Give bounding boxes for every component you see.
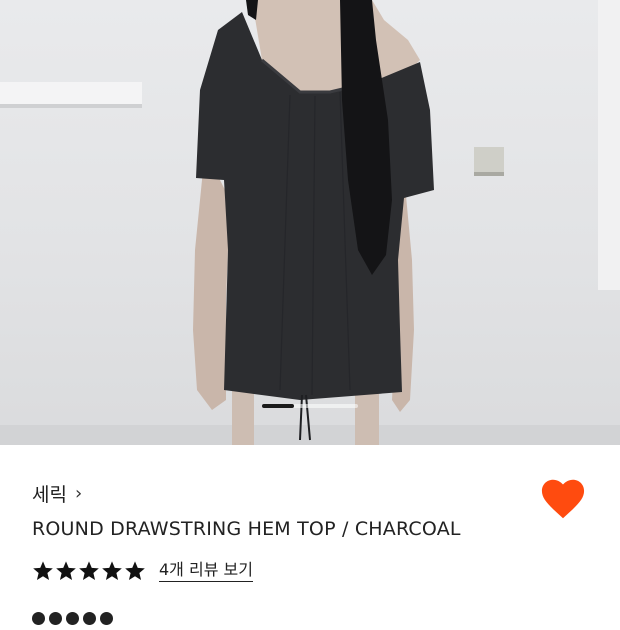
- price-partial: [32, 610, 152, 630]
- star-icon: [125, 561, 145, 580]
- heart-icon[interactable]: [541, 478, 585, 520]
- star-icon: [79, 561, 99, 580]
- brand-link[interactable]: 세릭 ›: [32, 480, 82, 507]
- star-icon: [102, 561, 122, 580]
- product-photo: [0, 0, 620, 445]
- product-image[interactable]: [0, 0, 620, 445]
- brand-name: 세릭: [32, 484, 67, 506]
- product-title: ROUND DRAWSTRING HEM TOP / CHARCOAL: [32, 518, 461, 540]
- star-icon: [56, 561, 76, 580]
- star-icon: [33, 561, 53, 580]
- gallery-indicator-active: [262, 404, 294, 408]
- review-link[interactable]: 4개 리뷰 보기: [159, 560, 253, 582]
- gallery-indicator: [262, 404, 358, 408]
- product-info: 세릭 › ROUND DRAWSTRING HEM TOP / CHARCOAL…: [0, 445, 620, 625]
- rating-stars: [32, 560, 147, 582]
- rating-row: 4개 리뷰 보기: [32, 560, 253, 582]
- chevron-right-icon: ›: [74, 483, 83, 504]
